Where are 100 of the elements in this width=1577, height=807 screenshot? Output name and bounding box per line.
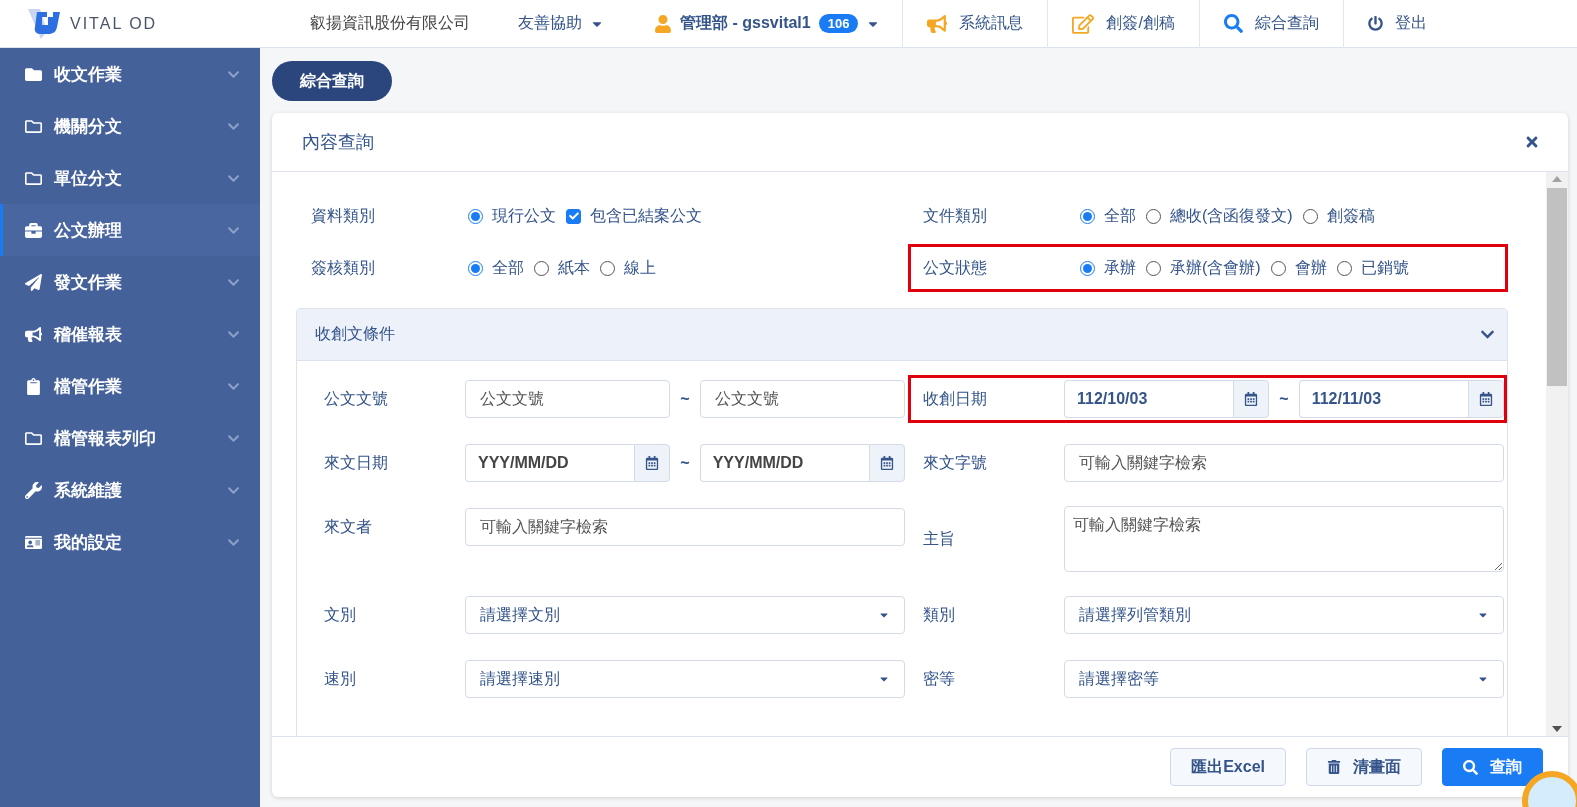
sidebar-item[interactable]: 收文作業 xyxy=(0,48,260,100)
select-field[interactable]: 請選擇列管類別 xyxy=(1064,596,1504,634)
radio-button[interactable] xyxy=(1302,208,1318,224)
calendar-button[interactable] xyxy=(634,444,671,482)
user-icon xyxy=(654,14,672,33)
calendar-button[interactable] xyxy=(869,444,905,482)
option-label: 包含已結案公文 xyxy=(590,205,702,226)
sidebar-item[interactable]: 系統維護 xyxy=(0,464,260,516)
briefcase-icon xyxy=(25,221,42,239)
date-field[interactable]: YYY/MM/DD xyxy=(699,444,869,482)
sidebar-item[interactable]: 檔管作業 xyxy=(0,360,260,412)
paper-plane-icon xyxy=(25,273,42,291)
radio-button[interactable] xyxy=(534,260,549,276)
company-name: 叡揚資訊股份有限公司 xyxy=(310,13,470,33)
radio-button[interactable] xyxy=(1146,208,1161,224)
megaphone-icon xyxy=(927,13,948,34)
user-menu[interactable]: 管理部 - gssvital1 106 xyxy=(654,13,881,34)
field-label: 公文狀態 xyxy=(923,257,988,278)
calendar-button[interactable] xyxy=(1468,380,1504,418)
text-field[interactable]: 公文文號 xyxy=(465,380,671,418)
sidebar-item[interactable]: 檔管報表列印 xyxy=(0,412,260,464)
select-field[interactable]: 請選擇速別 xyxy=(465,660,905,698)
option-label: 已銷號 xyxy=(1360,257,1409,278)
radio-button[interactable] xyxy=(1146,260,1161,276)
edit-icon xyxy=(1072,12,1095,35)
sidebar-item[interactable]: 單位分文 xyxy=(0,152,260,204)
logo-icon xyxy=(28,8,62,39)
power-icon xyxy=(1367,16,1383,31)
checkbox[interactable] xyxy=(566,208,581,224)
field-label: 文件類別 xyxy=(923,205,988,226)
sidebar-item[interactable]: 機關分文 xyxy=(0,100,260,152)
sidebar-item[interactable]: 發文作業 xyxy=(0,256,260,308)
field-label: 類別 xyxy=(923,604,956,625)
field-label: 來文者 xyxy=(324,516,373,537)
header-action[interactable]: 登出 xyxy=(1342,0,1437,48)
scroll-down-icon[interactable] xyxy=(1552,726,1562,732)
clear-button[interactable]: 清畫面 xyxy=(1306,748,1422,786)
wrench-icon xyxy=(25,481,42,499)
radio-button[interactable] xyxy=(600,260,615,276)
scrollbar-thumb[interactable] xyxy=(1547,188,1567,386)
sidebar-item[interactable]: 公文辦理 xyxy=(0,204,260,256)
select-field[interactable]: 請選擇文別 xyxy=(465,596,905,634)
folder-icon xyxy=(25,169,42,187)
field-label: 公文文號 xyxy=(324,388,389,409)
option-label: 總收(含函復發文) xyxy=(1170,205,1293,226)
radio-button[interactable] xyxy=(468,260,483,276)
help-menu[interactable]: 友善協助 xyxy=(518,13,604,34)
sidebar-item[interactable]: 稽催報表 xyxy=(0,308,260,360)
field-label: 來文字號 xyxy=(923,452,988,473)
search-icon xyxy=(1463,759,1478,775)
range-separator: ~ xyxy=(680,390,690,408)
radio-button[interactable] xyxy=(1336,260,1352,276)
sidebar-item[interactable]: 我的設定 xyxy=(0,516,260,568)
section-title: 收創文條件 xyxy=(315,324,395,344)
field-label: 速別 xyxy=(324,668,357,689)
folder-icon xyxy=(25,65,42,83)
folder-icon xyxy=(25,429,42,447)
field-label: 文別 xyxy=(324,604,357,625)
field-label: 資料類別 xyxy=(311,205,376,226)
option-label: 會辦 xyxy=(1294,257,1327,278)
date-field[interactable]: 112/11/03 xyxy=(1298,380,1468,418)
count-badge: 106 xyxy=(818,14,859,33)
text-field[interactable]: 公文文號 xyxy=(699,380,905,418)
field-label: 主旨 xyxy=(923,528,956,549)
radio-button[interactable] xyxy=(1270,260,1286,276)
calendar-icon xyxy=(645,456,660,470)
text-field[interactable]: 可輸入關鍵字檢索 xyxy=(1064,444,1504,482)
date-field[interactable]: YYY/MM/DD xyxy=(465,444,635,482)
radio-button[interactable] xyxy=(468,208,483,224)
export-button[interactable]: 匯出Excel xyxy=(1170,748,1286,786)
range-separator: ~ xyxy=(1279,390,1289,408)
select-field[interactable]: 請選擇密等 xyxy=(1064,660,1504,698)
header-action[interactable]: 創簽/創稿 xyxy=(1047,0,1199,48)
header-action[interactable]: 綜合查詢 xyxy=(1198,0,1343,48)
calendar-icon xyxy=(1479,392,1493,406)
megaphone-icon xyxy=(25,325,42,343)
clipboard-icon xyxy=(25,377,42,395)
option-label: 現行公文 xyxy=(492,205,556,226)
text-area[interactable]: 可輸入關鍵字檢索 xyxy=(1064,506,1504,572)
radio-button[interactable] xyxy=(1080,260,1095,276)
radio-button[interactable] xyxy=(1080,208,1095,224)
calendar-button[interactable] xyxy=(1233,380,1270,418)
option-label: 紙本 xyxy=(558,257,590,278)
option-label: 全部 xyxy=(1104,205,1136,226)
text-field[interactable]: 可輸入關鍵字檢索 xyxy=(465,508,905,546)
page-tab[interactable]: 綜合查詢 xyxy=(272,61,392,101)
header-action[interactable]: 系統訊息 xyxy=(902,0,1048,48)
scrollbar[interactable] xyxy=(1546,172,1568,736)
close-icon[interactable] xyxy=(1524,134,1540,150)
date-field[interactable]: 112/10/03 xyxy=(1064,380,1234,418)
field-label: 簽核類別 xyxy=(311,257,376,278)
option-label: 創簽稿 xyxy=(1326,205,1375,226)
calendar-icon xyxy=(880,456,894,470)
search-icon xyxy=(1223,14,1243,33)
range-separator: ~ xyxy=(680,454,690,472)
option-label: 承辦 xyxy=(1104,257,1136,278)
logo-text: VITAL OD xyxy=(70,14,158,33)
search-button[interactable]: 查詢 xyxy=(1442,748,1543,786)
folder-icon xyxy=(25,117,42,135)
trash-icon xyxy=(1327,760,1341,774)
